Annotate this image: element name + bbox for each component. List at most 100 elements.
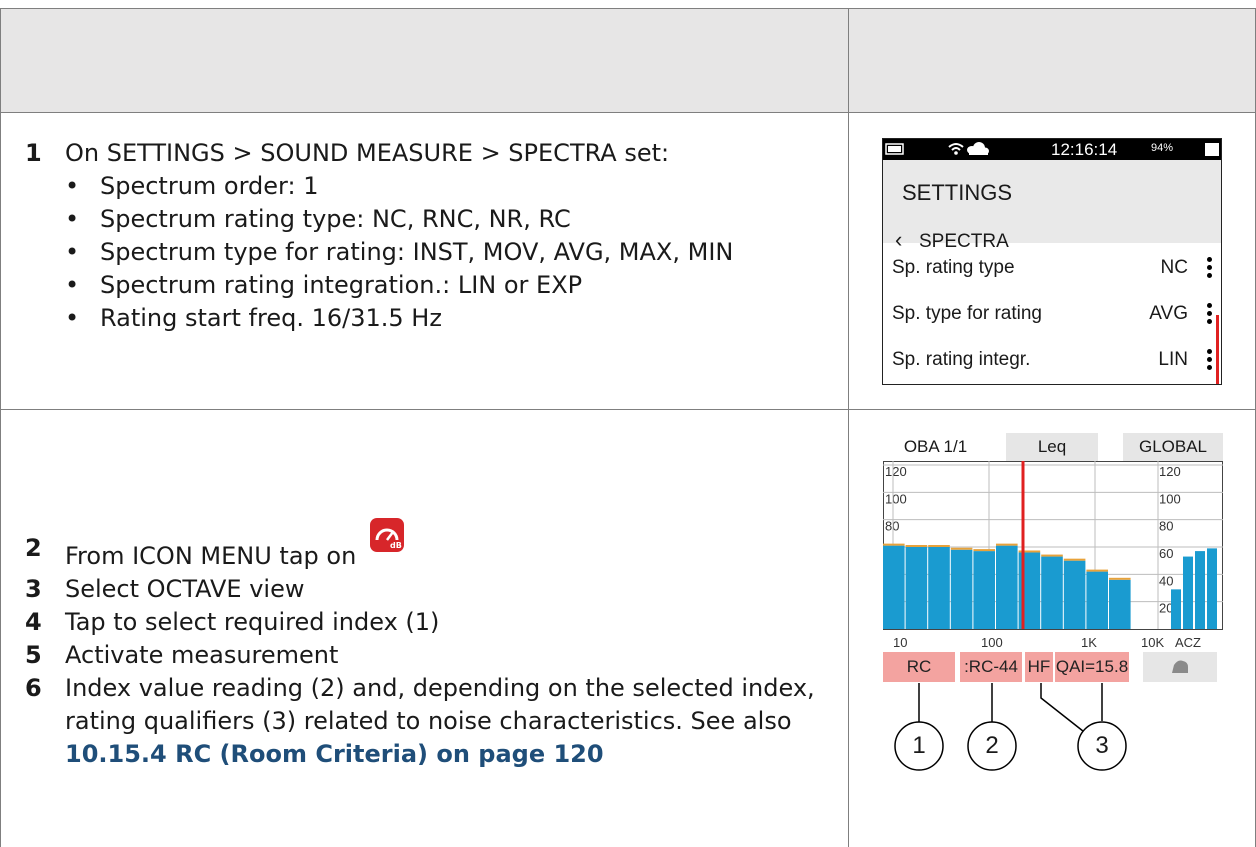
- step-text: Activate measurement: [65, 641, 339, 669]
- settings-header: SETTINGS ‹ SPECTRA: [883, 160, 1221, 252]
- spectrum-bar-peak: [1041, 554, 1063, 557]
- bullet-item: Spectrum type for rating: INST, MOV, AVG…: [65, 236, 835, 269]
- instructions-step-1: 1 On SETTINGS > SOUND MEASURE > SPECTRA …: [25, 137, 835, 335]
- y-tick-label-right: 40: [1159, 573, 1173, 588]
- spectrum-bar-peak: [973, 549, 995, 552]
- spectrum-bar: [996, 545, 1018, 629]
- x-tick-label: 10: [893, 635, 907, 650]
- setting-row[interactable]: Sp. type for rating AVG: [883, 296, 1221, 332]
- page-title: SETTINGS: [902, 180, 1013, 205]
- spectrum-bar: [905, 547, 928, 629]
- spectrum-bar: [1109, 579, 1131, 629]
- setting-value: NC: [1160, 257, 1188, 278]
- bullet-item: Spectrum order: 1: [65, 170, 835, 203]
- divider: [0, 8, 1, 847]
- app-icon-badge: dB: [390, 541, 402, 550]
- y-tick-label-left: 80: [885, 519, 899, 534]
- y-tick-label-right: 60: [1159, 546, 1173, 561]
- step-3: 3 Select OCTAVE view: [25, 573, 840, 606]
- divider: [0, 409, 1256, 410]
- battery-percent: 94%: [1151, 142, 1174, 154]
- spectrum-bar-peak: [905, 545, 928, 547]
- tab-oba[interactable]: OBA 1/1: [883, 433, 988, 461]
- bullet-item: Spectrum rating integration.: LIN or EXP: [65, 269, 835, 302]
- octave-screen: OBA 1/1 Leq GLOBAL 120120100100808060604…: [883, 433, 1223, 683]
- octave-spectrum-chart[interactable]: 1201201001008080606040402020101001K10KAC…: [883, 461, 1223, 652]
- setting-label: Sp. type for rating: [892, 303, 1042, 324]
- cloud-icon: [967, 142, 989, 155]
- callout-number: 2: [985, 732, 999, 759]
- step-text: Select OCTAVE view: [65, 575, 305, 603]
- octave-tabs: OBA 1/1 Leq GLOBAL: [883, 433, 1223, 461]
- y-tick-label-right: 120: [1159, 464, 1181, 479]
- spectrum-bar-peak: [950, 547, 973, 550]
- spectrum-bar: [1063, 560, 1086, 629]
- step-number: 1: [25, 139, 42, 167]
- step-text: On SETTINGS > SOUND MEASURE > SPECTRA se…: [65, 139, 670, 167]
- step-5: 5 Activate measurement: [25, 639, 840, 672]
- y-tick-label-right: 100: [1159, 491, 1181, 506]
- sound-meter-app-icon[interactable]: dB: [369, 518, 404, 552]
- step-number: 3: [25, 575, 42, 603]
- battery-icon: [885, 143, 904, 155]
- divider: [848, 8, 849, 847]
- step-number: 4: [25, 608, 42, 636]
- setting-value: AVG: [1149, 303, 1188, 324]
- setting-label: Sp. rating type: [892, 257, 1015, 278]
- spectrum-bar-peak: [928, 545, 950, 547]
- step-6: 6 Index value reading (2) and, depending…: [25, 672, 840, 771]
- spectrum-bar: [1086, 571, 1108, 629]
- spectrum-bar-peak: [1109, 577, 1131, 580]
- setting-row[interactable]: Sp. rating type NC: [883, 250, 1221, 286]
- scrollbar[interactable]: [1216, 315, 1219, 384]
- step-number: 6: [25, 674, 42, 702]
- spectrum-bar-peak: [1086, 569, 1108, 572]
- index-value: :RC-44: [960, 652, 1022, 682]
- spectrum-bar: [928, 547, 950, 629]
- spectrum-bar: [883, 545, 905, 629]
- tab-global[interactable]: GLOBAL: [1123, 433, 1223, 461]
- settings-bullet-list: Spectrum order: 1 Spectrum rating type: …: [65, 170, 835, 335]
- step-4: 4 Tap to select required index (1): [25, 606, 840, 639]
- spectrum-bar-peak: [1063, 558, 1086, 561]
- setting-value: LIN: [1158, 349, 1188, 370]
- divider: [0, 112, 1256, 113]
- spectrum-bar: [950, 549, 973, 629]
- qualifier-qai: QAI=15.8: [1055, 652, 1129, 682]
- square-icon: [1205, 143, 1219, 156]
- x-tick-label: 10K: [1141, 635, 1164, 650]
- spectrum-bar: [1207, 548, 1217, 629]
- cross-reference-link[interactable]: 10.15.4 RC (Room Criteria) on page 120: [65, 740, 604, 768]
- cloud-shape-icon: [1172, 660, 1188, 673]
- y-tick-label-left: 120: [885, 464, 907, 479]
- setting-label: Sp. rating integr.: [892, 349, 1031, 370]
- spectrum-bar: [973, 551, 995, 629]
- spectrum-bar: [1183, 556, 1193, 629]
- tab-leq[interactable]: Leq: [1006, 433, 1098, 461]
- x-tick-label: 100: [981, 635, 1003, 650]
- step-number: 2: [25, 534, 42, 562]
- step-1: 1 On SETTINGS > SOUND MEASURE > SPECTRA …: [25, 137, 835, 170]
- more-vertical-icon[interactable]: [1207, 348, 1213, 370]
- x-tick-label: 1K: [1081, 635, 1097, 650]
- settings-screen: 12:16:14 94% SETTINGS ‹ SPECTRA Sp. rati…: [882, 138, 1222, 385]
- more-vertical-icon[interactable]: [1207, 302, 1213, 324]
- status-bar: 12:16:14 94%: [883, 139, 1221, 160]
- callout-number: 3: [1095, 732, 1109, 759]
- step-text: Index value reading (2) and, depending o…: [65, 674, 815, 735]
- table-header-row: [1, 8, 1255, 112]
- callout-number: 1: [912, 732, 926, 759]
- setting-row[interactable]: Sp. rating integr. LIN: [883, 342, 1221, 378]
- step-text: From ICON MENU tap on: [65, 542, 357, 570]
- more-vertical-icon[interactable]: [1207, 256, 1213, 278]
- spectrum-bar: [1171, 589, 1181, 629]
- bullet-item: Rating start freq. 16/31.5 Hz: [65, 302, 835, 335]
- spectrum-bar: [1041, 556, 1063, 629]
- instructions-steps-2-6: 2 From ICON MENU tap on dB 3 Select OCTA…: [25, 518, 840, 771]
- callout-diagram: [894, 683, 1127, 771]
- step-2: 2 From ICON MENU tap on dB: [25, 518, 840, 573]
- index-selector[interactable]: RC: [883, 652, 955, 682]
- divider: [0, 8, 1256, 9]
- step-text: Tap to select required index (1): [65, 608, 440, 636]
- record-button[interactable]: [1143, 652, 1217, 682]
